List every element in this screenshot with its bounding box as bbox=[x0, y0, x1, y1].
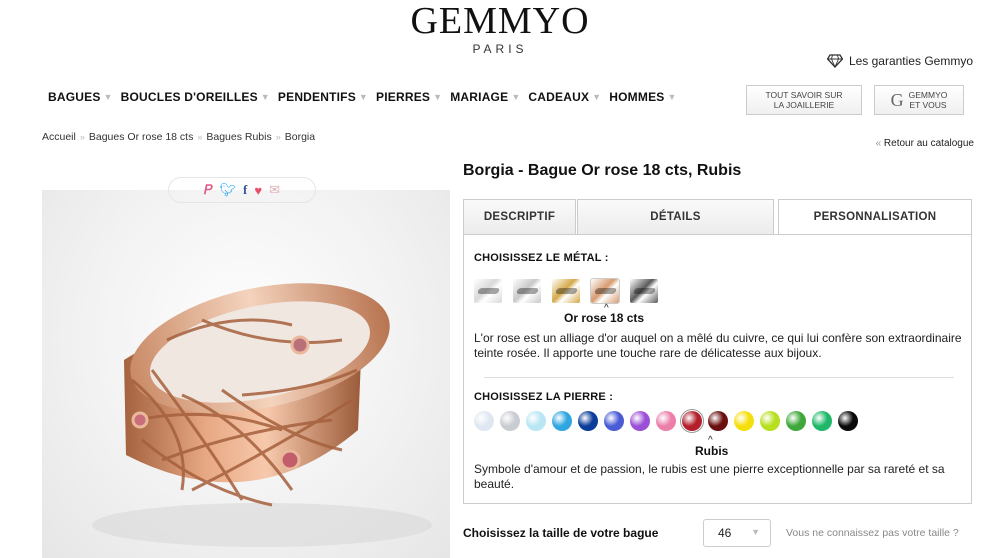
savoir-line1: TOUT SAVOIR SUR bbox=[765, 90, 843, 100]
selected-stone-label: Rubis bbox=[695, 444, 729, 458]
metal-swatch[interactable] bbox=[630, 279, 658, 303]
product-title: Borgia - Bague Or rose 18 cts, Rubis bbox=[463, 162, 742, 179]
pinterest-icon[interactable]: 𝑃 bbox=[204, 182, 213, 198]
stone-options bbox=[474, 409, 858, 433]
chevron-down-icon: ▼ bbox=[358, 92, 369, 102]
stone-swatch[interactable] bbox=[500, 411, 520, 431]
section-divider bbox=[484, 377, 954, 378]
stone-swatch[interactable] bbox=[630, 411, 650, 431]
metal-swatch[interactable] bbox=[590, 278, 620, 304]
logo[interactable]: GEMMYO PARIS bbox=[0, 2, 1000, 56]
gemmyo-and-you-button[interactable]: G GEMMYO ET VOUS bbox=[874, 85, 964, 115]
breadcrumb-item[interactable]: Accueil bbox=[42, 131, 76, 143]
metal-swatch[interactable] bbox=[474, 279, 502, 303]
tab-descriptif[interactable]: DESCRIPTIF bbox=[463, 199, 576, 235]
main-nav: BAGUES ▼ BOUCLES D'OREILLES ▼ PENDENTIFS ▼ PIE… bbox=[48, 90, 685, 104]
chevron-down-icon: ▼ bbox=[260, 92, 270, 102]
size-label: Choisissez la taille de votre bague bbox=[463, 526, 659, 540]
nav-item-cadeaux[interactable]: CADEAUX ▼ bbox=[528, 90, 601, 104]
twitter-icon[interactable]: 🐦︎ bbox=[220, 182, 237, 198]
chevron-down-icon: ▼ bbox=[103, 92, 113, 102]
stone-swatch[interactable] bbox=[578, 411, 598, 431]
breadcrumb-separator-icon: » bbox=[79, 132, 85, 142]
size-help-link[interactable]: Vous ne connaissez pas votre taille ? bbox=[786, 527, 959, 539]
chevron-down-icon: ▼ bbox=[592, 92, 602, 102]
diamond-icon bbox=[826, 54, 843, 68]
metal-options bbox=[474, 278, 658, 304]
product-tabs: DESCRIPTIF DÉTAILS PERSONNALISATION bbox=[463, 199, 972, 235]
back-label: Retour au catalogue bbox=[883, 138, 974, 149]
nav-item-pendentifs[interactable]: PENDENTIFS ▼ bbox=[278, 90, 368, 104]
nav-item-hommes[interactable]: HOMMES ▼ bbox=[609, 90, 676, 104]
stone-swatch[interactable] bbox=[786, 411, 806, 431]
nav-item-label: MARIAGE bbox=[450, 90, 509, 104]
guarantee-label: Les garanties Gemmyo bbox=[848, 54, 973, 68]
selected-metal-label: Or rose 18 cts bbox=[564, 311, 645, 325]
stone-swatch[interactable] bbox=[474, 411, 494, 431]
nav-item-bagues[interactable]: BAGUES ▼ bbox=[48, 90, 113, 104]
nav-item-label: BAGUES bbox=[48, 90, 101, 104]
breadcrumb-item: Borgia bbox=[284, 131, 316, 143]
breadcrumb-separator-icon: » bbox=[197, 132, 203, 142]
facebook-icon[interactable]: f bbox=[243, 182, 247, 198]
logo-brand: GEMMYO bbox=[410, 0, 590, 42]
nav-item-mariage[interactable]: MARIAGE ▼ bbox=[450, 90, 520, 104]
stone-swatch[interactable] bbox=[656, 411, 676, 431]
back-to-catalog-link[interactable]: « Retour au catalogue bbox=[876, 138, 974, 149]
nav-item-pierres[interactable]: PIERRES ▼ bbox=[376, 90, 442, 104]
stone-section-title: CHOISISSEZ LA PIERRE : bbox=[474, 391, 614, 403]
stone-swatch[interactable] bbox=[708, 411, 728, 431]
stone-swatch[interactable] bbox=[812, 411, 832, 431]
tab-personnalisation[interactable]: PERSONNALISATION bbox=[778, 199, 972, 235]
heart-icon[interactable]: ♥ bbox=[254, 183, 262, 198]
savoir-line2: LA JOAILLERIE bbox=[773, 100, 835, 110]
breadcrumb-item[interactable]: Bagues Or rose 18 cts bbox=[89, 131, 193, 143]
breadcrumb: Accueil» Bagues Or rose 18 cts» Bagues Rub… bbox=[42, 131, 315, 143]
stone-swatch[interactable] bbox=[760, 411, 780, 431]
stone-description: Symbole d'amour et de passion, le rubis … bbox=[474, 462, 945, 491]
stone-swatch[interactable] bbox=[734, 411, 754, 431]
gemmyo-g-icon: G bbox=[890, 90, 904, 110]
stone-swatch[interactable] bbox=[526, 411, 546, 431]
metal-section-title: CHOISISSEZ LE MÉTAL : bbox=[474, 252, 609, 264]
nav-item-label: HOMMES bbox=[609, 90, 665, 104]
stone-swatch[interactable] bbox=[680, 409, 704, 433]
stone-swatch[interactable] bbox=[604, 411, 624, 431]
jewelry-knowledge-button[interactable]: TOUT SAVOIR SUR LA JOAILLERIE bbox=[746, 85, 862, 115]
share-bar: 𝑃 🐦︎ f ♥ ✉ bbox=[168, 177, 316, 203]
product-image[interactable] bbox=[42, 190, 450, 558]
chevron-down-icon: ▼ bbox=[751, 527, 760, 537]
nav-item-label: PENDENTIFS bbox=[277, 90, 356, 104]
back-quote-icon: « bbox=[875, 138, 882, 149]
tab-details[interactable]: DÉTAILS bbox=[577, 199, 774, 235]
nav-item-label: BOUCLES D'OREILLES bbox=[120, 90, 258, 104]
metal-swatch[interactable] bbox=[552, 279, 580, 303]
stone-swatch[interactable] bbox=[838, 411, 858, 431]
nav-item-label: PIERRES bbox=[376, 90, 431, 104]
nav-item-label: CADEAUX bbox=[528, 90, 590, 104]
mail-icon[interactable]: ✉ bbox=[269, 182, 280, 198]
size-select[interactable]: 46 ▼ bbox=[703, 519, 771, 547]
nav-item-boucles-d-oreilles[interactable]: BOUCLES D'OREILLES ▼ bbox=[121, 90, 270, 104]
metal-swatch[interactable] bbox=[513, 279, 541, 303]
chevron-down-icon: ▼ bbox=[433, 92, 443, 102]
chevron-down-icon: ▼ bbox=[511, 92, 521, 102]
ring-illustration bbox=[92, 283, 432, 547]
breadcrumb-separator-icon: » bbox=[275, 132, 281, 142]
personalization-panel: CHOISISSEZ LE MÉTAL : ^ Or rose 18 cts L… bbox=[463, 234, 972, 504]
stone-swatch[interactable] bbox=[552, 411, 572, 431]
size-value: 46 bbox=[718, 526, 732, 540]
guarantee-link[interactable]: Les garanties Gemmyo bbox=[826, 54, 973, 68]
size-row: Choisissez la taille de votre bague 46 ▼… bbox=[463, 519, 978, 547]
metal-description: L'or rose est un alliage d'or auquel on … bbox=[474, 331, 962, 360]
chevron-down-icon: ▼ bbox=[667, 92, 677, 102]
vous-line2: ET VOUS bbox=[909, 100, 947, 110]
vous-line1: GEMMYO bbox=[908, 90, 948, 100]
breadcrumb-item[interactable]: Bagues Rubis bbox=[206, 131, 271, 143]
